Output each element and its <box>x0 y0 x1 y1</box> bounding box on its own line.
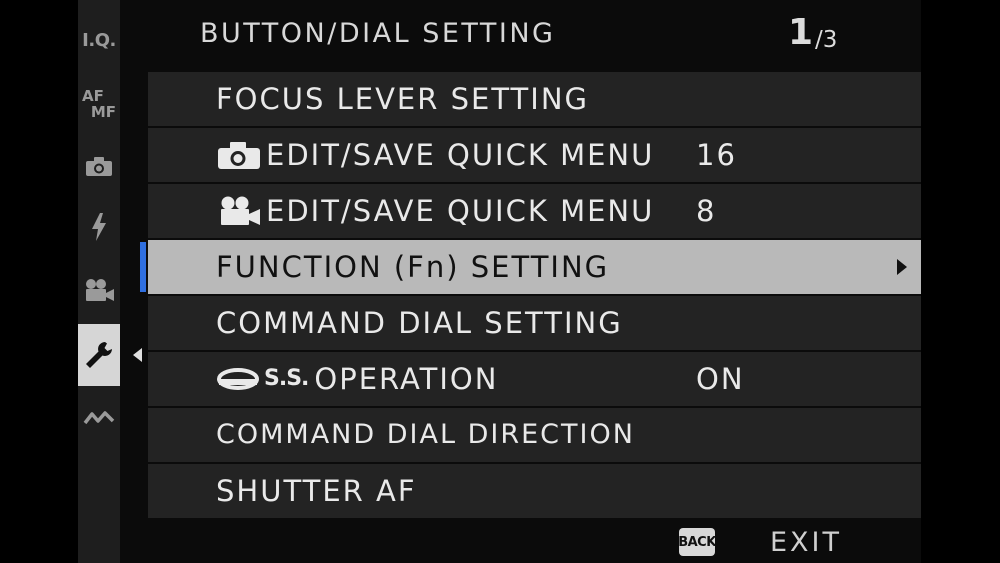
menu-item-label: FOCUS LEVER SETTING <box>216 82 589 116</box>
menu-item-ss-operation[interactable]: S.S. OPERATION ON <box>148 352 921 406</box>
sidebar-item-af-mf[interactable]: AF MF <box>78 80 120 128</box>
menu-item-label: EDIT/SAVE QUICK MENU <box>266 138 655 172</box>
menu-item-label: FUNCTION (Fn) SETTING <box>216 250 610 284</box>
exit-label: EXIT <box>770 527 843 558</box>
menu-item-command-dial-setting[interactable]: COMMAND DIAL SETTING <box>148 296 921 350</box>
sidebar-item-shooting[interactable] <box>78 146 120 186</box>
selection-indicator <box>140 242 146 292</box>
back-button[interactable]: BACK <box>678 528 716 556</box>
iq-icon: I.Q. <box>82 29 116 51</box>
dial-ring-icon <box>216 366 260 392</box>
camera-icon <box>216 140 262 170</box>
category-sidebar: I.Q. AF MF <box>78 0 120 563</box>
menu-item-label-wrap: S.S. OPERATION <box>216 352 498 406</box>
back-arrow-icon <box>133 348 142 362</box>
menu-item-label: SHUTTER AF <box>216 474 417 508</box>
movie-camera-icon <box>216 195 262 227</box>
sidebar-item-image-quality[interactable]: I.Q. <box>78 18 120 62</box>
ss-prefix-label: S.S. <box>264 366 309 391</box>
menu-item-shutter-af[interactable]: SHUTTER AF <box>148 464 921 518</box>
sidebar-item-setup[interactable] <box>78 324 120 386</box>
menu-item-value: ON <box>696 362 745 396</box>
af-label: AF <box>82 87 104 105</box>
menu-item-value: 8 <box>696 194 717 228</box>
page-title: BUTTON/DIAL SETTING <box>200 18 556 49</box>
menu-item-label-wrap: EDIT/SAVE QUICK MENU <box>216 184 654 238</box>
page-number-current: 1 <box>788 12 814 53</box>
menu-item-function-fn-setting[interactable]: FUNCTION (Fn) SETTING <box>140 240 921 294</box>
menu-item-command-dial-direction[interactable]: COMMAND DIAL DIRECTION <box>148 408 921 462</box>
sidebar-item-flash[interactable] <box>78 205 120 249</box>
menu-item-edit-save-quick-menu-movie[interactable]: EDIT/SAVE QUICK MENU 8 <box>148 184 921 238</box>
connection-icon <box>83 411 115 425</box>
menu-header: BUTTON/DIAL SETTING 1 /3 <box>148 0 921 68</box>
flash-icon <box>92 213 106 241</box>
menu-item-label: OPERATION <box>314 362 499 396</box>
menu-item-label: EDIT/SAVE QUICK MENU <box>266 194 655 228</box>
submenu-arrow-icon <box>897 259 907 275</box>
menu-footer: BACK EXIT <box>148 520 921 563</box>
sidebar-item-connection[interactable] <box>78 400 120 436</box>
menu-item-label-wrap: EDIT/SAVE QUICK MENU <box>216 128 654 182</box>
camera-icon <box>86 157 112 176</box>
mf-label: MF <box>90 103 116 121</box>
wrench-icon <box>86 342 112 368</box>
menu-item-label: COMMAND DIAL SETTING <box>216 306 623 340</box>
movie-camera-icon <box>86 279 114 301</box>
menu-item-label: COMMAND DIAL DIRECTION <box>216 419 635 450</box>
menu-item-value: 16 <box>696 138 737 172</box>
menu-item-edit-save-quick-menu-still[interactable]: EDIT/SAVE QUICK MENU 16 <box>148 128 921 182</box>
menu-item-focus-lever-setting[interactable]: FOCUS LEVER SETTING <box>148 72 921 126</box>
page-number-total: /3 <box>815 27 838 53</box>
sidebar-item-movie[interactable] <box>78 270 120 310</box>
